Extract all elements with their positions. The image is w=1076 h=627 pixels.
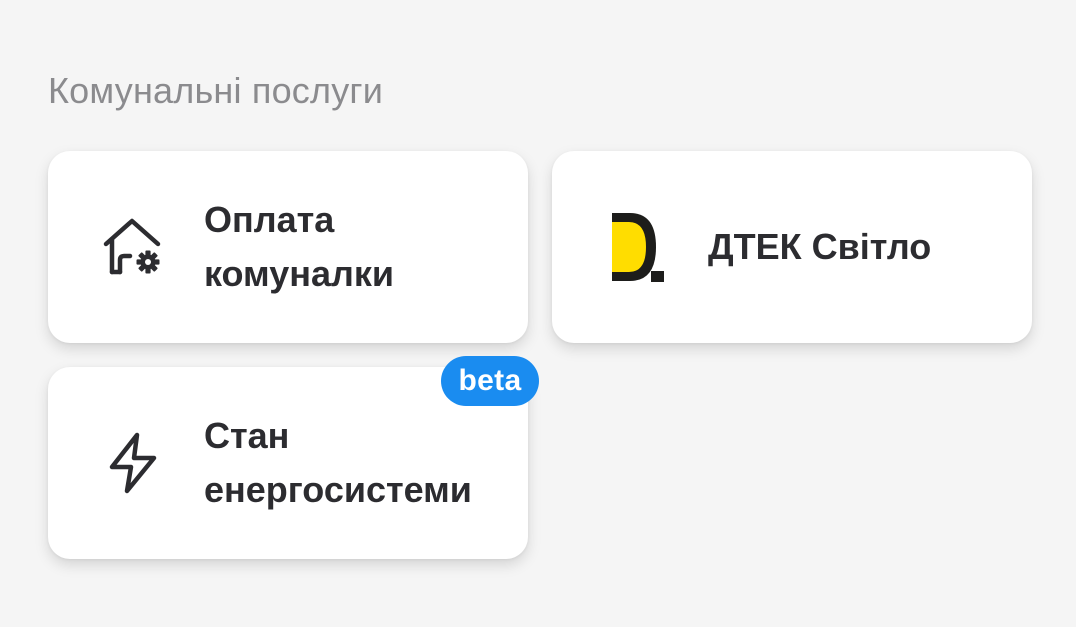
utility-payment-label-line2: комуналки (204, 253, 395, 294)
dtek-logo-icon (606, 213, 672, 282)
lightning-icon (100, 430, 166, 496)
beta-badge: beta (441, 356, 539, 406)
section-title: Комунальні послуги (48, 70, 384, 111)
energy-system-status-label-line2: енергосистеми (204, 469, 472, 510)
energy-system-status-label-line1: Стан (204, 415, 290, 456)
utility-payment-label: Оплата комуналки (204, 193, 514, 301)
house-gear-icon (100, 214, 166, 280)
dtek-light-card[interactable]: ДТЕК Світло (552, 151, 1032, 343)
utility-payment-card[interactable]: Оплата комуналки (48, 151, 528, 343)
utility-payment-label-line1: Оплата (204, 199, 335, 240)
energy-system-status-label: Стан енергосистеми (204, 409, 514, 517)
dtek-light-label: ДТЕК Світло (708, 226, 932, 267)
